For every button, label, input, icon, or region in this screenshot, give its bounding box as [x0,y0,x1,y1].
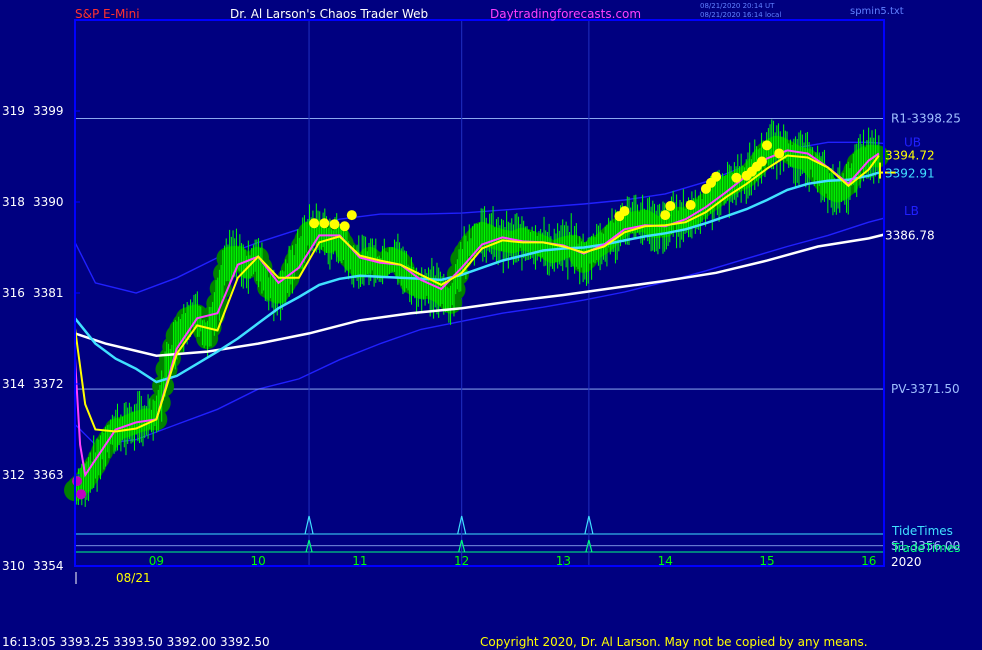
signal-dot-7 [660,210,671,221]
x-tick-label-7: 16 [861,554,876,568]
value-label-1: 3392.91 [885,167,935,181]
signal-dot-18 [761,140,772,151]
signal-dot-6 [619,206,630,217]
y-tick-label-left-2: 314 [2,377,25,391]
x-tick-label-0: 09 [149,554,164,568]
upper-band-label: UB [904,135,921,149]
y-tick-label-right-3: 3381 [33,286,64,300]
signal-dot-19 [774,148,785,159]
date-label: 08/21 [116,571,151,585]
y-tick-label-right-5: 3399 [33,104,64,118]
chart-canvas: R1-3398.25PV-3371.50S1-3356.00 TideTimes… [0,0,982,650]
x-tick-label-4: 13 [556,554,571,568]
site-link[interactable]: Daytradingforecasts.com [490,7,641,21]
level-label-0: R1-3398.25 [891,112,961,126]
y-tick-label-left-1: 312 [2,468,25,482]
symbol-label: S&P E-Mini [75,7,140,21]
timestamp-ut: 08/21/2020 20:14 UT [700,2,775,10]
start-dot-0 [72,476,83,487]
value-label-0: 3394.72 [885,148,935,162]
chart-title: Dr. Al Larson's Chaos Trader Web [230,7,428,21]
signal-dot-12 [711,171,722,182]
value-label-2: 3386.78 [885,229,935,243]
y-tick-label-left-4: 318 [2,195,25,209]
x-tick-label-1: 10 [251,554,266,568]
signal-dot-1 [319,218,330,229]
y-tick-label-right-1: 3363 [33,468,64,482]
signal-dot-0 [309,218,320,229]
start-dot-1 [76,489,87,500]
x-tick-label-3: 12 [454,554,469,568]
signal-dot-3 [339,221,350,232]
signal-dot-4 [346,210,357,221]
y-tick-label-right-4: 3390 [33,195,64,209]
y-tick-label-right-2: 3372 [33,377,64,391]
y-tick-label-left-0: 310 [2,559,25,573]
y-tick-label-right-0: 3354 [33,559,64,573]
last-quote: 16:13:05 3393.25 3393.50 3392.00 3392.50 [2,635,270,649]
x-tick-label-2: 11 [352,554,367,568]
signal-dot-9 [685,200,696,211]
data-file-label: spmin5.txt [850,6,904,17]
tide-times-label: TideTimes [891,524,953,538]
signal-dot-2 [329,219,340,230]
year-label: 2020 [891,555,922,569]
y-tick-label-left-3: 316 [2,286,25,300]
signal-dot-13 [731,172,742,183]
trade-times-label: TradeTimes [891,541,960,555]
timestamp-local: 08/21/2020 16:14 local [700,11,781,19]
y-tick-label-left-5: 319 [2,104,25,118]
lower-band-label: LB [904,204,919,218]
signal-dot-17 [756,156,767,167]
level-label-1: PV-3371.50 [891,382,960,396]
x-tick-label-6: 15 [759,554,774,568]
copyright-text: Copyright 2020, Dr. Al Larson. May not b… [480,635,868,649]
x-tick-label-5: 14 [658,554,673,568]
signal-dot-8 [665,201,676,212]
